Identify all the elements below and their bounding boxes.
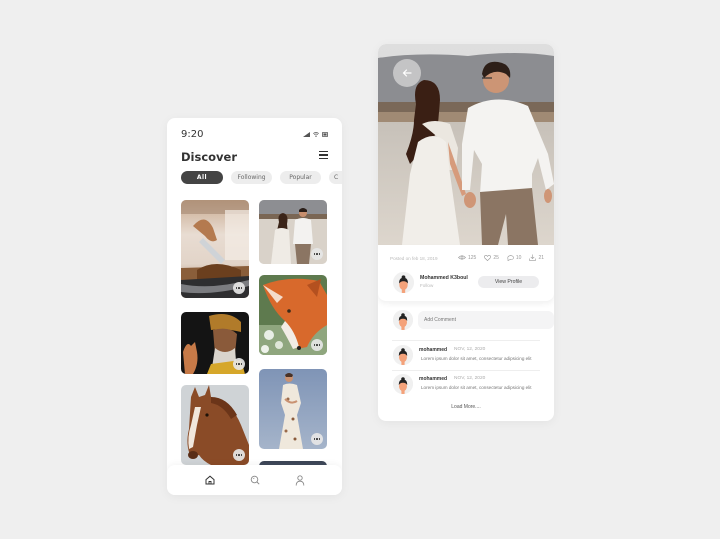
post-detail-screen: Posted on feb 18, 2019 125 25 10 21 Moha… xyxy=(378,44,554,421)
more-dots-icon[interactable] xyxy=(233,282,245,294)
avatar-image xyxy=(393,310,413,330)
comment-item: mohammed NOV, 12, 2020 Lorem ipsum dolor… xyxy=(393,374,542,398)
comment-date: NOV, 12, 2020 xyxy=(454,347,486,352)
author-name[interactable]: Mohammed K3boul xyxy=(420,275,468,281)
user-icon xyxy=(295,474,304,486)
comments-count: 10 xyxy=(515,254,522,261)
downloads-count: 21 xyxy=(538,254,544,261)
load-more-link[interactable]: Load More.... xyxy=(378,404,554,410)
heart-icon xyxy=(484,254,492,261)
current-user-avatar xyxy=(393,310,413,330)
comment-text: Lorem ipsum dolor sit amet, consectetur … xyxy=(421,385,532,390)
commenter-avatar[interactable] xyxy=(393,345,413,365)
comment-username[interactable]: mohammed xyxy=(419,376,447,382)
home-icon xyxy=(205,475,214,485)
stat-comments[interactable]: 10 xyxy=(507,254,522,261)
photo-old-man[interactable] xyxy=(181,312,249,374)
filter-tab-all[interactable]: All xyxy=(181,171,223,184)
follow-link[interactable]: Follow xyxy=(420,283,433,288)
photo-coffee-beans[interactable] xyxy=(181,200,249,298)
comment-text: Lorem ipsum dolor sit amet, consectetur … xyxy=(421,356,532,361)
comment-username[interactable]: mohammed xyxy=(419,347,447,353)
status-time: 9:20 xyxy=(181,128,204,140)
filter-tab-following[interactable]: Following xyxy=(231,171,272,184)
author-avatar[interactable] xyxy=(393,272,414,293)
avatar-image xyxy=(393,345,413,365)
view-profile-button[interactable]: View Profile xyxy=(478,276,539,288)
more-dots-icon[interactable] xyxy=(233,358,245,370)
add-comment-input[interactable]: Add Comment xyxy=(418,311,554,329)
battery-icon xyxy=(322,131,328,137)
page-title: Discover xyxy=(181,150,238,164)
status-icons xyxy=(303,131,328,137)
signal-icon xyxy=(303,131,310,137)
views-count: 125 xyxy=(467,254,477,261)
posted-date: Posted on feb 18, 2019 xyxy=(390,256,438,261)
comment-date: NOV, 12, 2020 xyxy=(454,376,486,381)
nav-search[interactable] xyxy=(248,473,262,487)
more-dots-icon[interactable] xyxy=(311,339,323,351)
avatar-image xyxy=(393,272,414,293)
likes-count: 25 xyxy=(493,254,499,261)
photo-couple[interactable] xyxy=(259,200,327,264)
divider xyxy=(392,370,540,371)
filter-tab-popular[interactable]: Popular xyxy=(280,171,321,184)
photo-fox[interactable] xyxy=(259,275,327,355)
more-dots-icon[interactable] xyxy=(311,433,323,445)
nav-home[interactable] xyxy=(203,473,217,487)
back-button[interactable] xyxy=(393,59,421,87)
post-stats: 125 25 10 21 xyxy=(458,254,544,261)
photo-horse[interactable] xyxy=(181,385,249,465)
commenter-avatar[interactable] xyxy=(393,374,413,394)
stat-views: 125 xyxy=(458,255,476,261)
discover-screen: 9:20 Discover All Following Popular C xyxy=(167,118,342,495)
nav-profile[interactable] xyxy=(293,473,307,487)
status-bar: 9:20 xyxy=(181,128,328,140)
filter-tab-partial[interactable]: C xyxy=(329,171,342,184)
more-dots-icon[interactable] xyxy=(311,248,323,260)
more-dots-icon[interactable] xyxy=(233,449,245,461)
add-comment-row: Add Comment xyxy=(393,310,554,332)
wifi-icon xyxy=(313,131,319,137)
avatar-image xyxy=(393,374,413,394)
divider xyxy=(392,340,540,341)
photo-woman[interactable] xyxy=(259,369,327,449)
post-info-card: Posted on feb 18, 2019 125 25 10 21 Moha… xyxy=(378,245,554,301)
comment-item: mohammed NOV, 12, 2020 Lorem ipsum dolor… xyxy=(393,345,542,369)
stat-likes[interactable]: 25 xyxy=(484,255,499,261)
search-icon xyxy=(250,475,260,485)
filter-tabs: All Following Popular C xyxy=(181,171,342,184)
stat-downloads[interactable]: 21 xyxy=(529,254,544,261)
download-icon xyxy=(529,254,537,261)
comment-icon xyxy=(507,254,514,261)
arrow-left-icon xyxy=(402,69,412,77)
bottom-nav xyxy=(167,465,342,495)
eye-icon xyxy=(458,255,466,260)
hero-image xyxy=(378,44,554,245)
hamburger-menu-icon[interactable] xyxy=(319,151,328,159)
